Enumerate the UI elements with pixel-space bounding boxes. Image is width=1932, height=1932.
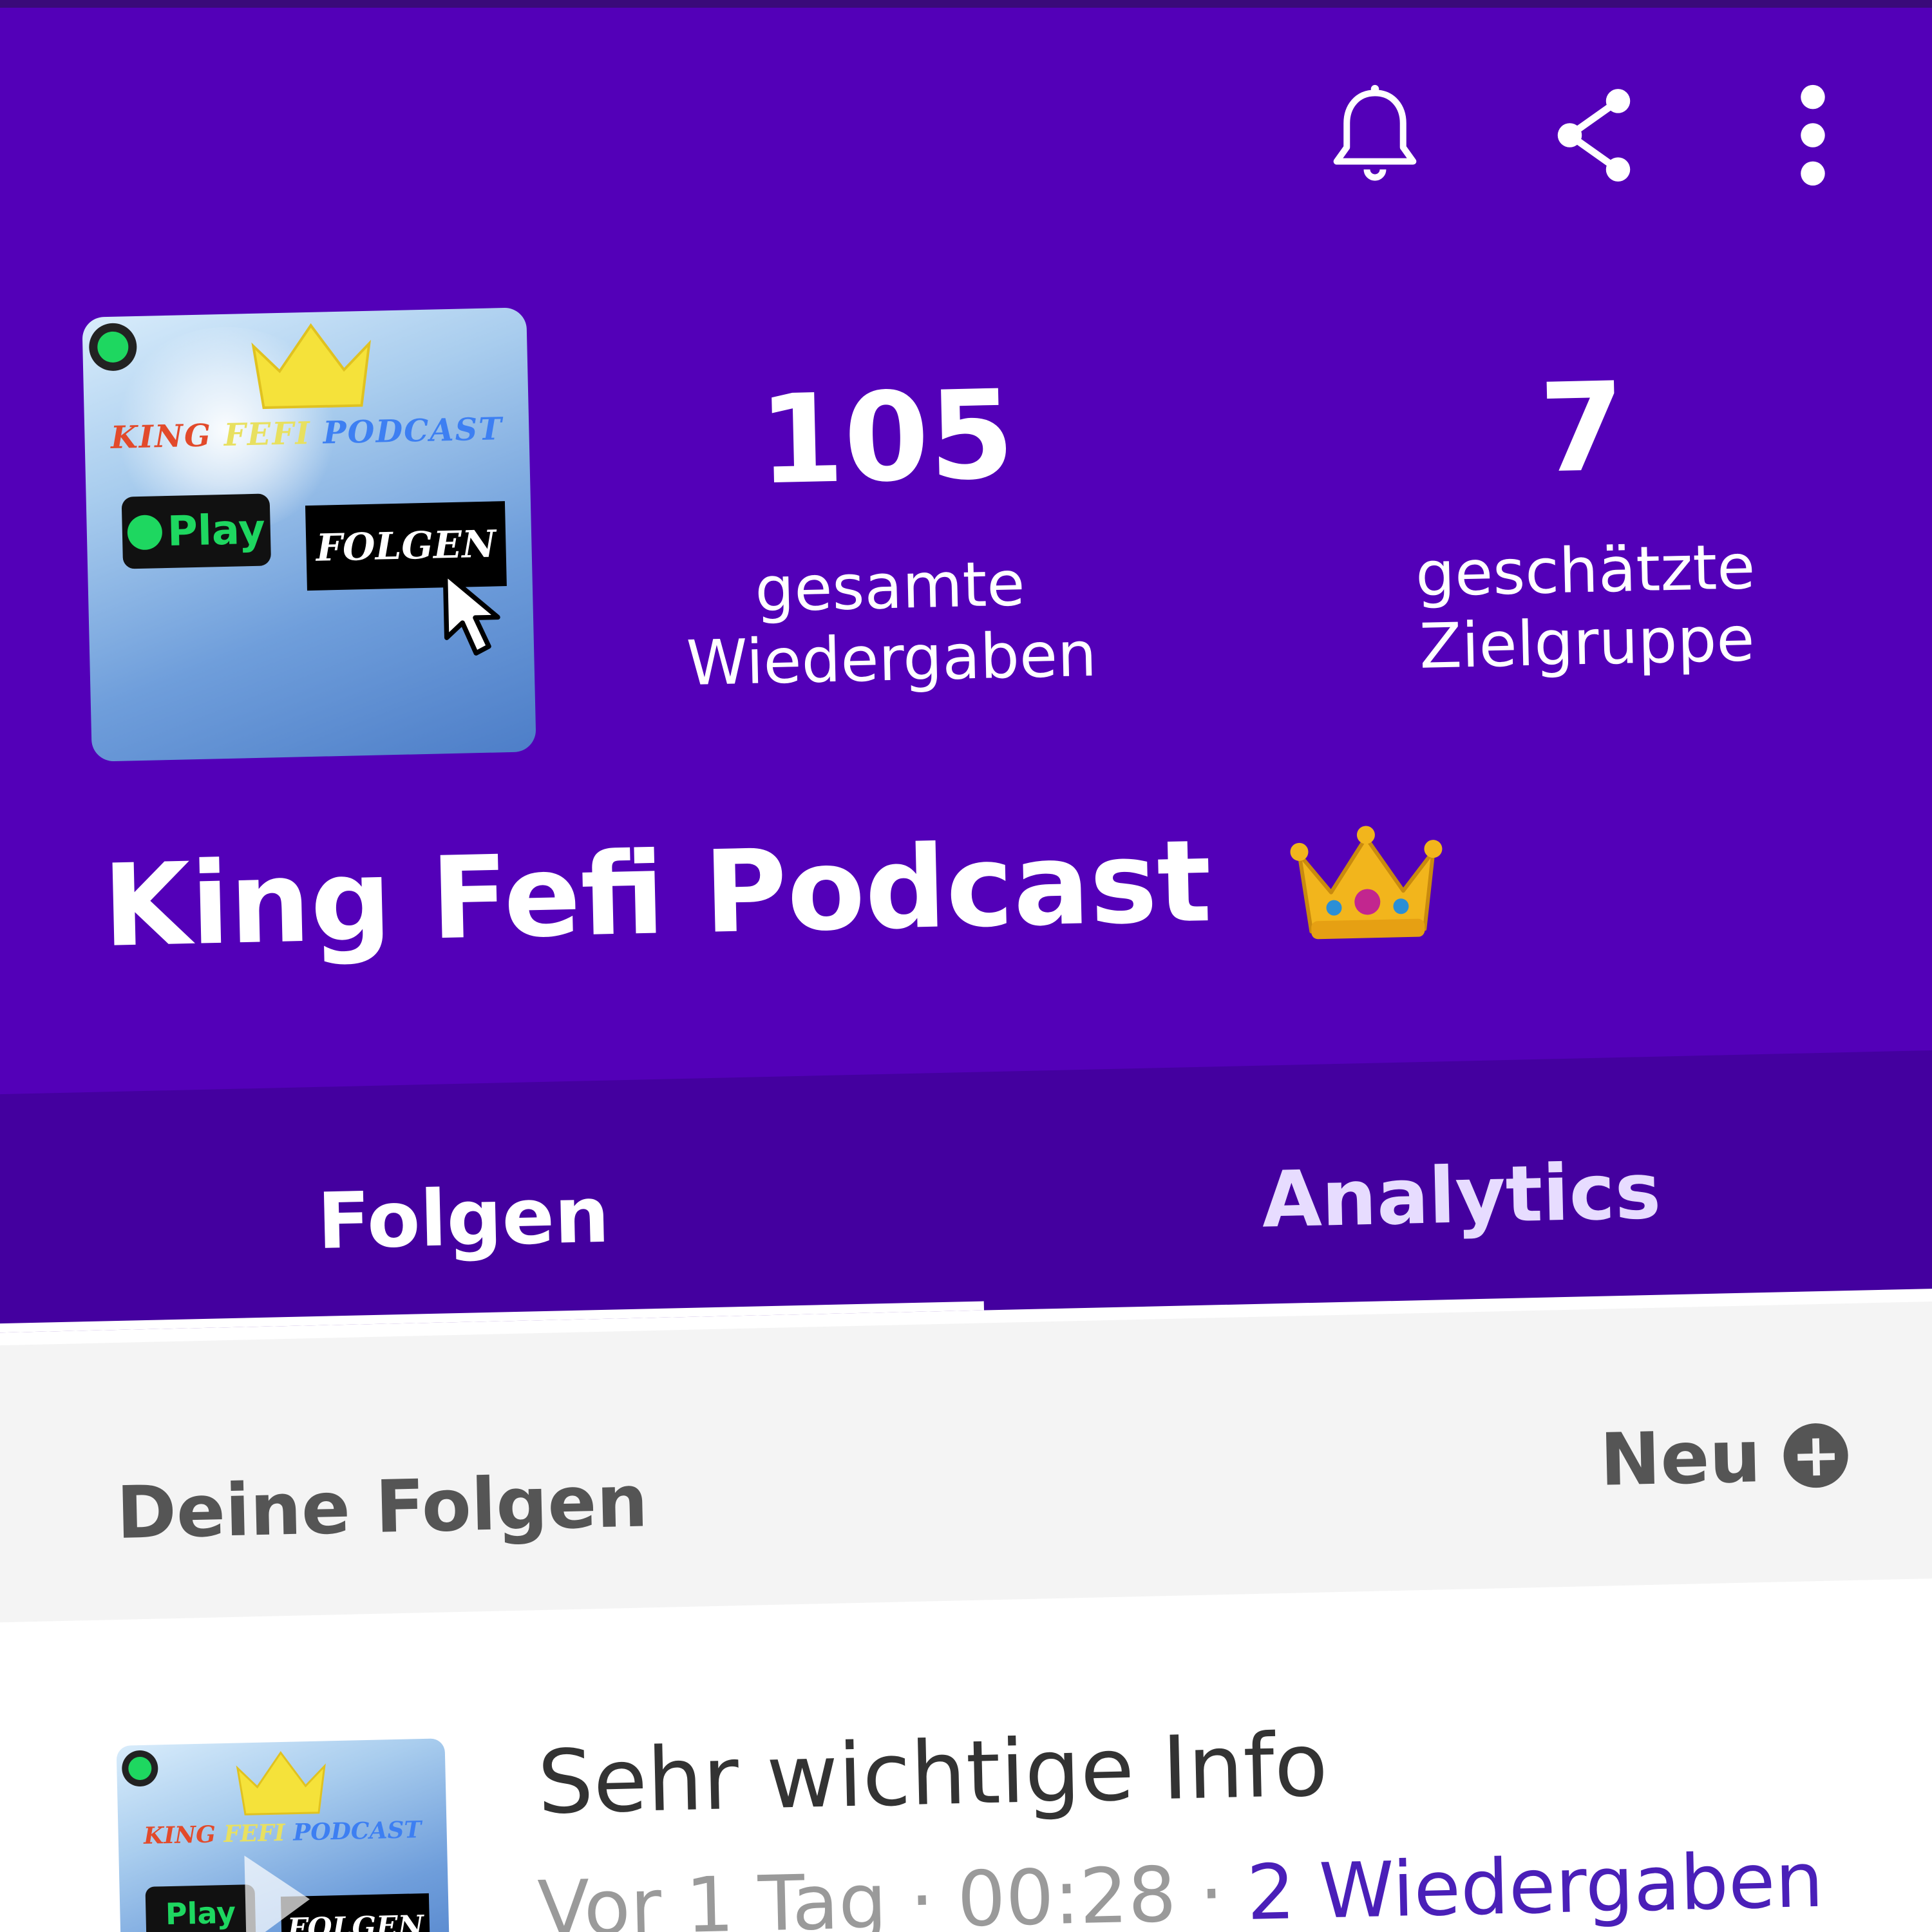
episode-age: Vor 1 Tag	[536, 1856, 888, 1932]
meta-separator: ·	[909, 1855, 936, 1932]
audience-label-line2: Zielgruppe	[1418, 603, 1756, 683]
play-overlay-icon	[244, 1854, 311, 1932]
plus-circle-icon: +	[1783, 1420, 1850, 1490]
thumb-word-king: KING	[143, 1821, 216, 1850]
crown-icon	[236, 1750, 326, 1815]
tab-bar: Folgen Analytics	[0, 1049, 1932, 1333]
crown-emoji-icon	[1290, 826, 1443, 939]
cover-word-podcast: PODCAST	[322, 411, 504, 451]
total-plays-label-line1: gesamte	[754, 547, 1026, 626]
audience-stat: 7 geschätzte Zielgruppe	[1343, 355, 1826, 685]
spotify-logo-icon	[88, 323, 138, 372]
audience-value: 7	[1538, 355, 1627, 500]
cover-play-badge: Play	[121, 493, 272, 569]
new-episode-label: Neu	[1599, 1415, 1762, 1502]
header-actions	[0, 74, 1932, 203]
spotify-logo-icon	[121, 1750, 158, 1787]
podcast-cover-art: KING FEFI PODCAST Play FOLGEN	[82, 307, 536, 762]
cover-play-text: Play	[167, 506, 266, 556]
total-plays-stat: 105 gesamte Wiedergaben	[647, 363, 1131, 701]
spotify-badge-icon	[127, 515, 163, 551]
total-plays-label: gesamte Wiedergaben	[651, 545, 1131, 701]
tab-episodes[interactable]: Folgen	[0, 1163, 951, 1274]
cover-word-king: KING	[110, 417, 213, 456]
new-episode-button[interactable]: Neu +	[1599, 1413, 1850, 1502]
tab-analytics[interactable]: Analytics	[974, 1141, 1932, 1252]
audience-label: geschätzte Zielgruppe	[1347, 529, 1826, 685]
thumb-word-fefi: FEFI	[223, 1819, 286, 1848]
episodes-section-title: Deine Folgen	[115, 1459, 649, 1556]
more-options-button[interactable]	[1758, 74, 1868, 196]
notifications-button[interactable]	[1320, 74, 1430, 196]
episode-thumbnail[interactable]: KING FEFI PODCAST Play FOLGEN	[116, 1738, 451, 1932]
status-bar-edge	[0, 0, 1932, 8]
episode-title[interactable]: Sehr wichtige Info	[536, 1714, 1329, 1834]
more-vert-icon	[1801, 84, 1825, 186]
episode-meta: Vor 1 Tag · 00:28 · 2 Wiedergaben	[536, 1835, 1824, 1932]
bell-icon	[1333, 84, 1417, 181]
audience-label-line1: geschätzte	[1414, 531, 1756, 611]
thumb-brand-text: KING FEFI PODCAST	[118, 1815, 447, 1850]
podcast-title-text: King Fefi Podcast	[101, 815, 1213, 972]
share-icon	[1557, 89, 1631, 182]
episodes-section-header: Deine Folgen Neu +	[0, 1300, 1932, 1623]
total-plays-value: 105	[757, 363, 1016, 512]
meta-separator: ·	[1198, 1848, 1225, 1932]
total-plays-label-line2: Wiedergaben	[685, 618, 1097, 700]
episode-duration: 00:28	[956, 1850, 1178, 1932]
thumb-play-badge: Play	[145, 1884, 256, 1932]
podcast-title: King Fefi Podcast	[102, 801, 1843, 976]
episode-plays[interactable]: 2 Wiedergaben	[1245, 1835, 1824, 1932]
mouse-cursor-icon	[442, 571, 500, 656]
share-button[interactable]	[1539, 74, 1649, 196]
crown-icon	[251, 323, 372, 410]
thumb-word-podcast: PODCAST	[292, 1816, 422, 1846]
podcast-page: KING FEFI PODCAST Play FOLGEN 105 gesamt…	[0, 0, 1932, 1932]
podcast-header: KING FEFI PODCAST Play FOLGEN 105 gesamt…	[0, 0, 1932, 1095]
cover-word-fefi: FEFI	[223, 415, 312, 453]
